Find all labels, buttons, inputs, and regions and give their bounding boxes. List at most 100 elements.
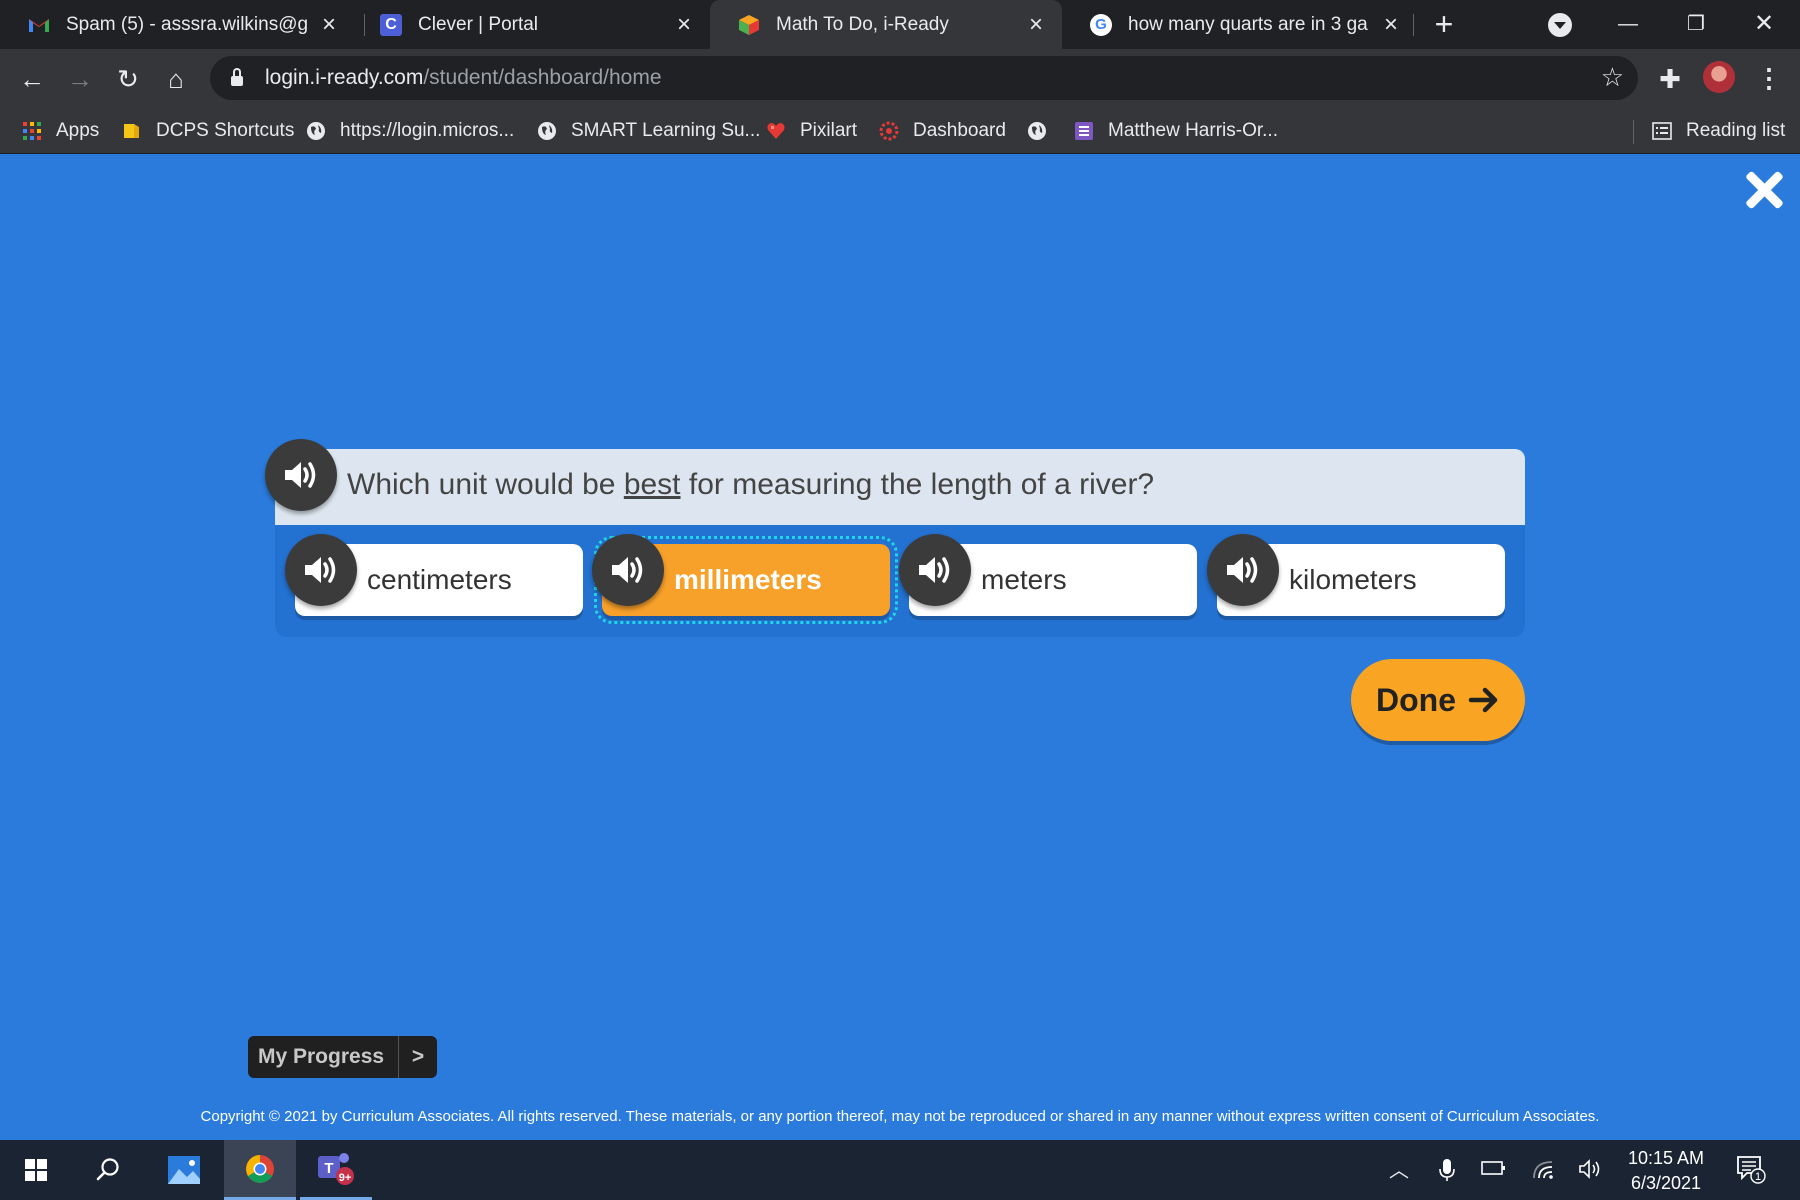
svg-text:T: T — [324, 1160, 333, 1177]
bookmark-smart-learning[interactable]: SMART Learning Su... — [537, 109, 760, 153]
photos-app-icon[interactable] — [148, 1140, 220, 1200]
question-emphasis: best — [623, 468, 681, 501]
done-label: Done — [1376, 681, 1456, 718]
bookmark-apps[interactable]: Apps — [22, 109, 99, 153]
teams-badge: 9+ — [339, 1172, 352, 1184]
question-audio-button[interactable] — [265, 439, 337, 511]
reading-list-button[interactable]: Reading list — [1652, 109, 1785, 153]
tab-title: Spam (5) - asssra.wilkins@gmail. — [66, 13, 307, 35]
bookmark-label: Apps — [56, 120, 100, 141]
choice-label: centimeters — [367, 564, 512, 595]
volume-icon[interactable] — [1577, 1158, 1603, 1184]
choice-label: meters — [981, 564, 1067, 595]
bookmark-pixilart[interactable]: Pixilart — [766, 109, 857, 153]
globe-icon — [307, 122, 325, 140]
gmail-icon — [28, 14, 50, 36]
my-progress-label: My Progress — [258, 1045, 385, 1068]
tab-close-icon[interactable]: × — [672, 12, 696, 37]
tab-iready[interactable]: Math To Do, i-Ready × — [710, 0, 1062, 49]
tab-title: Math To Do, i-Ready — [776, 13, 949, 35]
tab-search-icon[interactable] — [1548, 13, 1572, 37]
arrow-right-icon — [1468, 687, 1498, 713]
reading-list-label: Reading list — [1686, 120, 1786, 141]
question-text: Which unit would be best for measuring t… — [347, 468, 1155, 501]
teams-taskbar-icon[interactable]: T 9+ — [300, 1140, 372, 1200]
tab-google[interactable]: G how many quarts are in 3 gallon × — [1062, 0, 1417, 49]
extensions-puzzle-icon[interactable]: ✚ — [1655, 64, 1685, 94]
choice-audio-button[interactable] — [899, 534, 971, 606]
choice-label: millimeters — [674, 564, 822, 595]
reading-list-icon — [1652, 122, 1672, 140]
globe-icon — [538, 122, 556, 140]
choice-audio-button[interactable] — [1207, 534, 1279, 606]
action-center-icon[interactable]: 1 — [1736, 1154, 1766, 1184]
clock-time: 10:15 AM — [1627, 1148, 1705, 1168]
bookmark-dashboard[interactable]: Dashboard — [879, 109, 1006, 153]
new-tab-button[interactable]: + — [1428, 8, 1460, 40]
browser-tab-strip: Spam (5) - asssra.wilkins@gmail. × C Cle… — [0, 0, 1800, 49]
browser-toolbar: ← → ↻ ⌂ login.i-ready.com/student/dashbo… — [0, 49, 1800, 109]
battery-icon[interactable] — [1481, 1158, 1507, 1184]
taskbar-clock[interactable]: 10:15 AM 6/3/2021 — [1616, 1146, 1716, 1196]
back-icon[interactable]: ← — [14, 61, 50, 97]
speaker-icon — [285, 462, 316, 488]
speaker-icon — [1227, 557, 1258, 583]
my-progress-button[interactable]: My Progress > — [248, 1036, 437, 1078]
forms-icon — [1075, 122, 1093, 140]
bookmark-matthew-harris[interactable]: Matthew Harris-Or... — [1074, 109, 1278, 153]
bookmark-label: DCPS Shortcuts — [156, 120, 295, 141]
chrome-taskbar-icon[interactable] — [224, 1140, 296, 1200]
lock-icon[interactable] — [231, 68, 243, 86]
pixilart-icon — [767, 123, 785, 139]
minimize-icon[interactable]: — — [1604, 8, 1652, 40]
wifi-icon[interactable] — [1531, 1158, 1557, 1184]
speaker-icon — [305, 557, 336, 583]
iready-icon — [738, 14, 760, 36]
folder-icon — [124, 124, 139, 138]
choice-audio-button[interactable] — [285, 534, 357, 606]
home-icon[interactable]: ⌂ — [158, 61, 194, 97]
clever-icon: C — [380, 13, 402, 36]
windows-taskbar: T 9+ ︿ 10:15 AM 6/3/2021 1 — [0, 1140, 1800, 1200]
search-icon[interactable] — [72, 1140, 144, 1200]
bookmark-label: Matthew Harris-Or... — [1108, 120, 1278, 141]
bookmark-star-icon[interactable]: ☆ — [1601, 62, 1624, 93]
bookmark-label: SMART Learning Su... — [571, 120, 761, 141]
address-bar[interactable]: login.i-ready.com/student/dashboard/home… — [210, 56, 1638, 100]
profile-avatar[interactable] — [1703, 61, 1735, 93]
close-window-icon[interactable]: ✕ — [1740, 8, 1788, 40]
bookmarks-bar: Apps DCPS Shortcuts https://login.micros… — [0, 109, 1800, 154]
forward-icon[interactable]: → — [62, 61, 98, 97]
windows-start-icon[interactable] — [0, 1140, 72, 1200]
question-header: Which unit would be best for measuring t… — [275, 449, 1525, 525]
done-button[interactable]: Done — [1351, 659, 1525, 741]
tab-clever[interactable]: C Clever | Portal × — [352, 0, 710, 49]
progress-chevron-icon: > — [411, 1045, 425, 1068]
speaker-icon — [612, 557, 643, 583]
tab-title: how many quarts are in 3 gallon — [1128, 13, 1369, 35]
choice-audio-button[interactable] — [592, 534, 664, 606]
bookmark-label: Dashboard — [913, 120, 1006, 141]
close-lesson-icon[interactable] — [1744, 170, 1784, 210]
tab-close-icon[interactable]: × — [1024, 12, 1048, 37]
choice-label: kilometers — [1289, 564, 1417, 595]
tab-gmail[interactable]: Spam (5) - asssra.wilkins@gmail. × — [0, 0, 355, 49]
show-hidden-icons-chevron-icon[interactable]: ︿ — [1386, 1158, 1412, 1184]
google-icon: G — [1090, 13, 1112, 36]
bookmark-dcps-shortcuts[interactable]: DCPS Shortcuts — [122, 109, 294, 153]
dashboard-icon — [879, 121, 899, 141]
reload-icon[interactable]: ↻ — [110, 61, 146, 97]
url-text[interactable]: login.i-ready.com/student/dashboard/home — [265, 66, 662, 90]
tab-title: Clever | Portal — [418, 13, 539, 35]
speaker-icon — [919, 557, 950, 583]
bookmark-login-microsoft[interactable]: https://login.micros... — [306, 109, 514, 153]
restore-icon[interactable]: ❐ — [1672, 8, 1720, 40]
bookmark-globe[interactable] — [1027, 109, 1047, 153]
tab-close-icon[interactable]: × — [317, 12, 341, 37]
globe-icon — [1028, 122, 1046, 140]
browser-menu-icon[interactable]: ⋮ — [1756, 62, 1782, 94]
notification-count: 1 — [1755, 1171, 1761, 1183]
clock-date: 6/3/2021 — [1630, 1173, 1702, 1193]
tab-close-icon[interactable]: × — [1379, 12, 1403, 37]
microphone-icon[interactable] — [1434, 1158, 1460, 1184]
